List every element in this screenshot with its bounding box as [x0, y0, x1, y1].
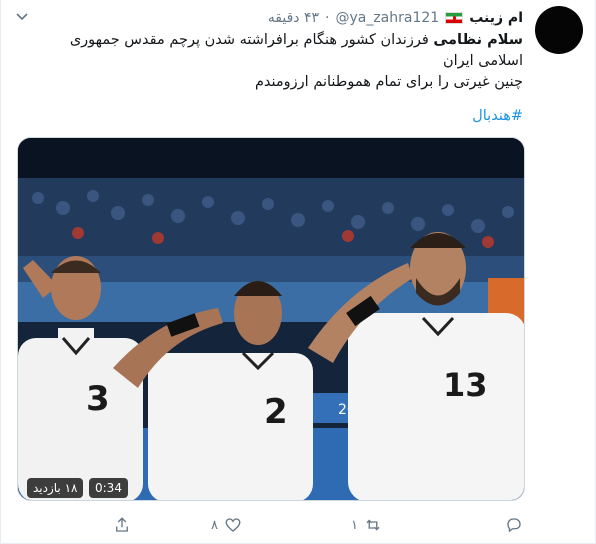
tweet-text: سلام نظامی فرزندان کشور هنگام برافراشته … — [63, 30, 523, 93]
tweet-card[interactable]: ام زینب @ya_zahra121 · ۴۳ دقیقه سلام نظا… — [0, 0, 596, 544]
retweet-count: ۱ — [351, 517, 358, 533]
duration-badge: 0:34 — [89, 478, 128, 498]
reply-button[interactable] — [499, 512, 523, 538]
video-frame: 2020 — [18, 138, 524, 500]
heart-icon — [225, 518, 241, 532]
share-icon — [116, 517, 128, 532]
like-count: ۸ — [211, 517, 218, 533]
jersey-number-2: 2 — [264, 392, 288, 432]
avatar[interactable] — [535, 6, 583, 54]
view-count-badge: ۱۸ بازدید — [27, 478, 84, 498]
chevron-down-icon[interactable] — [11, 8, 33, 26]
tweet-actions: ۸ ۱ — [1, 512, 596, 538]
tweet-header: ام زینب @ya_zahra121 · ۴۳ دقیقه — [268, 6, 523, 30]
jersey-number-3: 3 — [86, 379, 110, 419]
author-name[interactable]: ام زینب — [469, 10, 523, 26]
iran-flag-icon — [445, 12, 464, 24]
tweet-text-line2: چنین غیرتی را برای تمام هموطنانم ارزومند… — [254, 74, 523, 90]
tweet-time[interactable]: ۴۳ دقیقه — [268, 10, 319, 26]
separator-dot: · — [325, 10, 330, 26]
share-button[interactable] — [113, 512, 137, 538]
retweet-icon — [366, 519, 380, 531]
hashtag-link[interactable]: #هندبال — [472, 108, 523, 124]
jersey-number-13: 13 — [443, 366, 488, 404]
author-handle[interactable]: @ya_zahra121 — [335, 10, 439, 26]
reply-icon — [507, 518, 521, 533]
like-button[interactable]: ۸ — [211, 512, 242, 538]
tweet-text-bold: سلام نظامی — [433, 32, 523, 48]
retweet-button[interactable]: ۱ — [351, 512, 382, 538]
video-player[interactable]: 2020 — [17, 137, 525, 501]
